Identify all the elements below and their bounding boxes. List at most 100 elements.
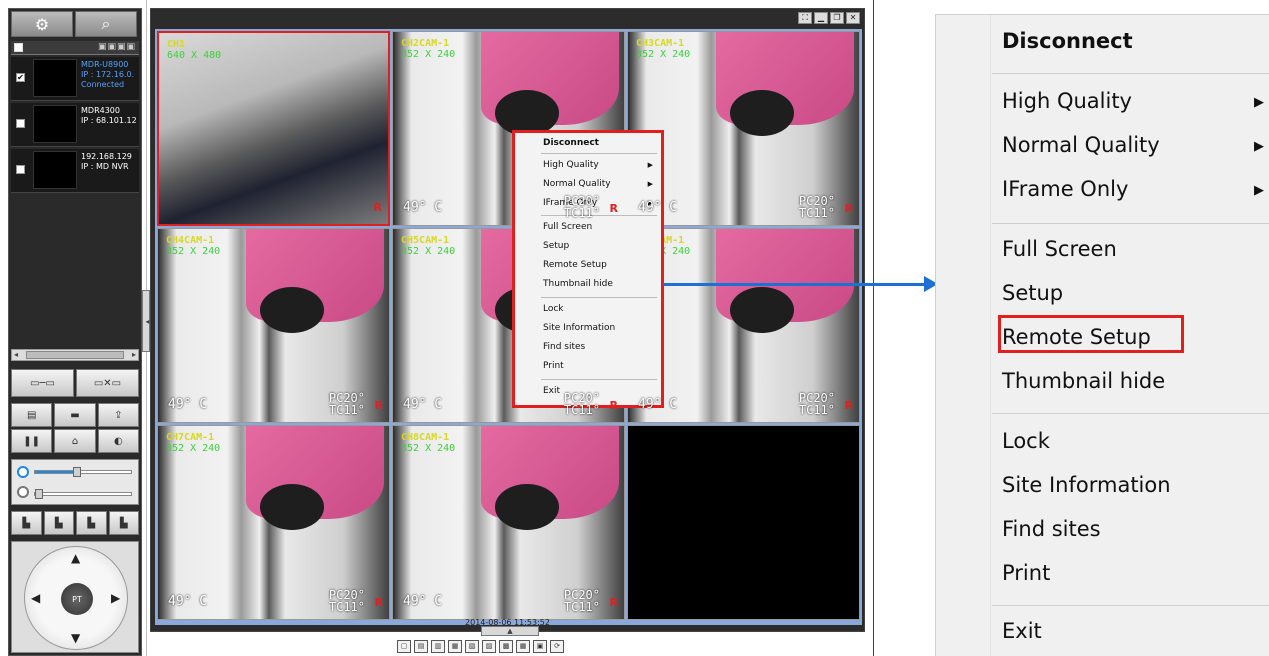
save-button[interactable]: ▤ [11,403,53,427]
layout-custom-icon[interactable]: ▣ [533,640,547,653]
menu-setup[interactable]: Setup [1002,281,1063,305]
site-checkbox[interactable] [16,119,25,128]
menu-thumbnail-hide[interactable]: Thumbnail hide [543,278,613,290]
disconnect-button[interactable]: ▭✕▭ [76,369,139,397]
ptz-right-icon[interactable]: ▶ [111,591,120,605]
layout-8-icon[interactable]: ▦ [448,640,462,653]
export-button[interactable]: ⇪ [97,403,139,427]
sequence-icon[interactable]: ⟳ [550,640,564,653]
volume-knob[interactable] [73,467,81,477]
layout-9-icon[interactable]: ▧ [465,640,479,653]
menu-lock[interactable]: Lock [1002,429,1050,453]
menu-disconnect[interactable]: Disconnect [543,137,599,149]
minimize-icon[interactable]: ▁ [814,12,828,24]
empty-camera-tile[interactable] [627,425,860,620]
ptz-left-icon[interactable]: ◀ [31,591,40,605]
menu-normal-quality[interactable]: Normal Quality [543,178,611,190]
recording-indicator: R [844,202,853,215]
menu-setup[interactable]: Setup [543,240,569,252]
site-list-item[interactable]: MDR4300 IP : 68.101.12 [11,103,139,147]
layout-10-icon[interactable]: ▨ [482,640,496,653]
gear-icon: ⚙ [34,14,50,34]
left-control-panel: ⚙ ⌕ ▣▣▣▣ ✔ MDR-U8900 IP : 172.16.0. Conn… [8,8,142,656]
site-list-item[interactable]: ✔ MDR-U8900 IP : 172.16.0. Connected [11,57,139,101]
menu-find-sites[interactable]: Find sites [1002,517,1101,541]
ptz-down-icon[interactable]: ▼ [71,631,80,645]
mic-slider[interactable] [34,489,132,499]
collapse-panel-handle[interactable]: ◂ [142,290,152,352]
menu-exit[interactable]: Exit [543,385,560,397]
mic-knob[interactable] [35,489,43,499]
remote-setup-highlight [998,315,1184,353]
site-checkbox[interactable]: ✔ [16,73,25,82]
menu-high-quality[interactable]: High Quality [1002,89,1132,113]
pause-button[interactable]: ❚❚ [11,429,53,453]
menu-full-screen[interactable]: Full Screen [543,221,592,233]
camera-tile[interactable]: CH1 640 X 480 R [157,31,390,226]
scroll-right-icon[interactable]: ▸ [132,350,136,359]
site-list-item[interactable]: 192.168.129 IP : MD NVR [11,149,139,193]
context-menu-enlarged: Disconnect High Quality ▶ Normal Quality… [935,14,1269,656]
scroll-left-icon[interactable]: ◂ [14,350,18,359]
menu-site-information[interactable]: Site Information [1002,473,1171,497]
site-list-scrollbar[interactable]: ◂ ▸ [11,349,139,361]
record-button[interactable]: ▬ [54,403,96,427]
ptz-preset-2-button[interactable]: ▙ [43,511,74,535]
submenu-arrow-icon: ▶ [1254,139,1264,154]
site-list-header: ▣▣▣▣ [11,41,139,55]
audio-button[interactable]: ◐ [97,429,139,453]
site-checkbox[interactable] [16,165,25,174]
select-all-checkbox[interactable] [14,43,23,52]
menu-print[interactable]: Print [1002,561,1050,585]
menu-thumbnail-hide[interactable]: Thumbnail hide [1002,369,1165,393]
ptz-preset-3-button[interactable]: ▙ [76,511,107,535]
ptz-ring[interactable]: ▲ ▼ ◀ ▶ PT [24,546,128,650]
sensor-line-2: TC11° [328,600,365,614]
camera-tile[interactable]: CH2CAM-1 352 X 240 49° C PC20° TC11° R [392,31,625,226]
scrollbar-thumb[interactable] [26,351,124,359]
tool-button-row: ▤ ▬ ⇪ [11,403,139,427]
menu-exit[interactable]: Exit [1002,619,1042,643]
temperature-overlay: 49° C [403,200,443,215]
restore-icon[interactable]: ❐ [830,12,844,24]
menu-iframe-only[interactable]: IFrame Only [1002,177,1128,201]
settings-tab-button[interactable]: ⚙ [11,11,73,37]
speaker-icon[interactable] [17,466,29,478]
ptz-preset-1-button[interactable]: ▙ [11,511,42,535]
menu-find-sites[interactable]: Find sites [543,341,585,353]
site-list-toolbar-icons[interactable]: ▣▣▣▣ [98,42,136,52]
layout-1-icon[interactable]: ▢ [397,640,411,653]
menu-normal-quality[interactable]: Normal Quality [1002,133,1160,157]
ptz-preset-4-button[interactable]: ▙ [108,511,139,535]
volume-slider[interactable] [34,467,132,477]
camera-tile[interactable]: CH8CAM-1 352 X 240 49° C PC20° TC11° R [392,425,625,620]
search-tab-button[interactable]: ⌕ [75,11,137,37]
close-icon[interactable]: ✕ [846,12,860,24]
menu-remote-setup[interactable]: Remote Setup [543,259,607,271]
menu-lock[interactable]: Lock [543,303,564,315]
menu-high-quality[interactable]: High Quality [543,159,599,171]
layout-4-icon[interactable]: ▤ [414,640,428,653]
sensor-overlay: PC20° TC11° [564,195,600,219]
menu-site-information[interactable]: Site Information [543,322,615,334]
submenu-arrow-icon: ▶ [1254,95,1264,110]
ptz-center-button[interactable]: PT [61,583,93,615]
temperature-overlay: 49° C [638,200,678,215]
connect-button[interactable]: ▭─▭ [11,369,74,397]
camera-tile[interactable]: CH4CAM-1 352 X 240 49° C PC20° TC11° R [157,228,390,423]
connection-button-row: ▭─▭ ▭✕▭ [11,369,139,397]
layout-6-icon[interactable]: ▥ [431,640,445,653]
menu-disconnect[interactable]: Disconnect [1002,29,1133,53]
sensor-line-2: TC11° [798,206,835,220]
fullscreen-icon[interactable]: ⛶ [798,12,812,24]
ptz-up-icon[interactable]: ▲ [71,551,80,565]
window-controls: ⛶ ▁ ❐ ✕ [798,12,860,24]
layout-13-icon[interactable]: ▩ [499,640,513,653]
lock-button[interactable]: ⌂ [54,429,96,453]
mic-mute-icon[interactable] [17,486,29,498]
menu-full-screen[interactable]: Full Screen [1002,237,1117,261]
layout-16-icon[interactable]: ▦ [516,640,530,653]
preset-icon: ▙ [22,517,31,529]
camera-tile[interactable]: CH7CAM-1 352 X 240 49° C PC20° TC11° R [157,425,390,620]
menu-print[interactable]: Print [543,360,564,372]
